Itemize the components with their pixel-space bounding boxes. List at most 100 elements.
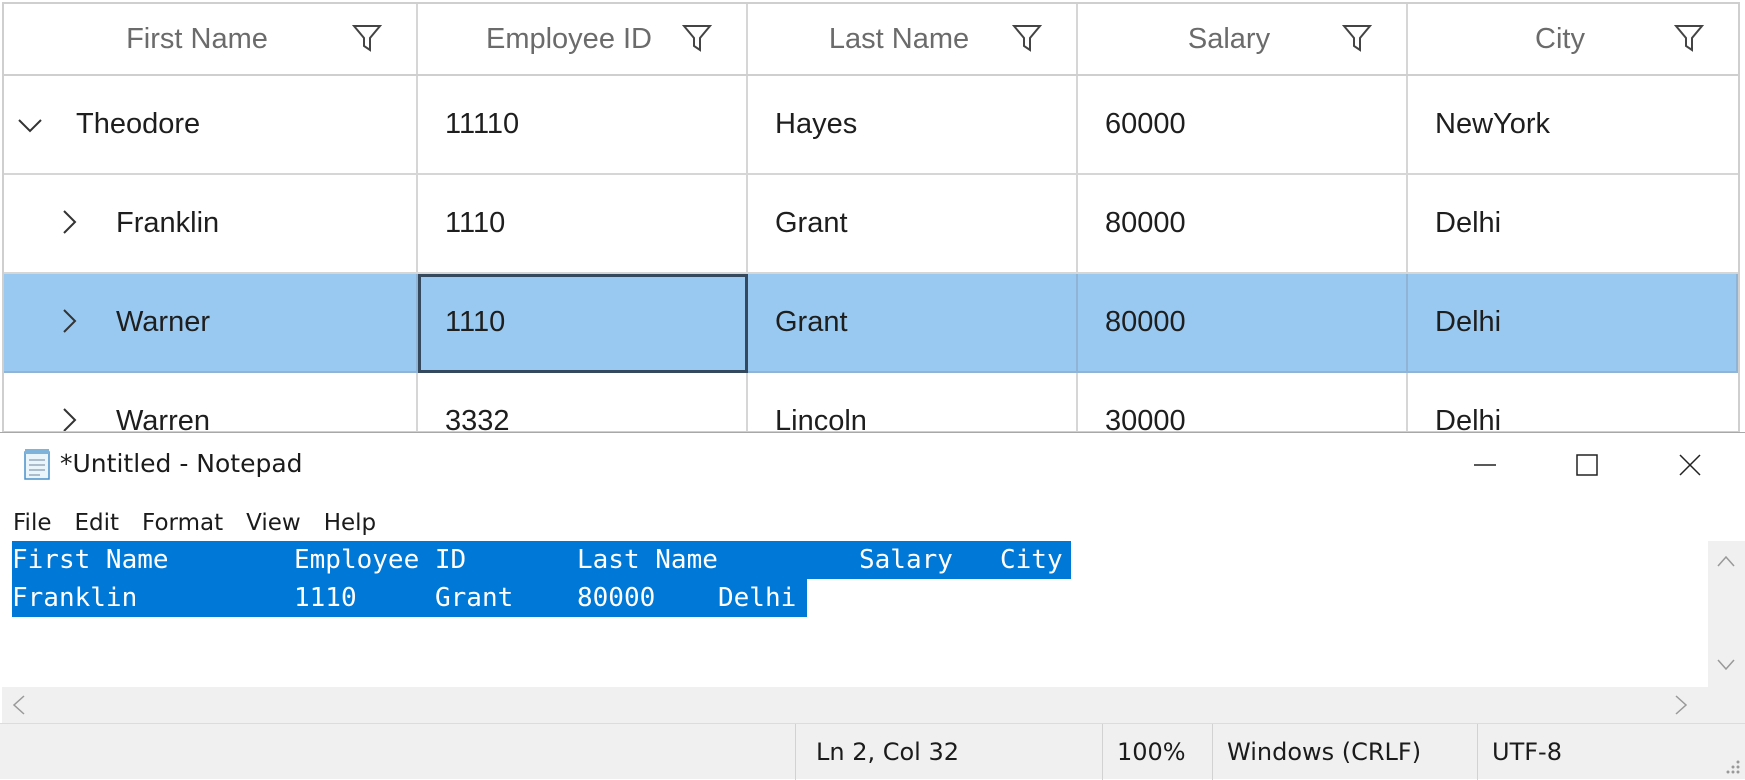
resize-grip-icon[interactable] [1723, 757, 1741, 775]
cell-salary[interactable]: 60000 [1078, 76, 1408, 173]
filter-icon[interactable] [352, 24, 382, 52]
grid-header: First Name Employee ID Last Name Salary … [4, 4, 1738, 76]
column-header-employee-id[interactable]: Employee ID [418, 4, 748, 74]
cell-first-name[interactable]: Theodore [4, 76, 418, 173]
status-encoding: UTF-8 [1477, 724, 1745, 780]
editor-line-2: Franklin 1110 Grant 80000 Delhi [12, 579, 796, 617]
cell-text: Hayes [775, 108, 858, 140]
cell-text: Delhi [1435, 306, 1502, 338]
menu-help[interactable]: Help [311, 505, 386, 541]
cell-text: 80000 [1105, 207, 1186, 239]
cell-text: 1110 [445, 207, 506, 239]
cell-text: 3332 [445, 405, 510, 433]
menu-view[interactable]: View [233, 505, 311, 541]
window-title: *Untitled - Notepad [60, 449, 303, 478]
scrollbar-corner [1708, 687, 1745, 723]
cell-city[interactable]: Delhi [1408, 373, 1738, 433]
cell-last-name[interactable]: Grant [748, 175, 1078, 272]
cell-first-name[interactable]: Warner [4, 274, 418, 371]
maximize-icon [1576, 454, 1598, 476]
menu-file[interactable]: File [0, 505, 62, 541]
table-row[interactable]: Theodore 11110 Hayes 60000 NewYork [4, 76, 1738, 175]
column-header-salary[interactable]: Salary [1078, 4, 1408, 74]
cell-city[interactable]: NewYork [1408, 76, 1738, 173]
filter-icon[interactable] [1674, 24, 1704, 52]
horizontal-scrollbar[interactable] [2, 687, 1708, 723]
text-token: Last Name [577, 545, 718, 575]
maximize-button[interactable] [1537, 433, 1637, 497]
cell-city[interactable]: Delhi [1408, 274, 1738, 371]
notepad-icon [24, 449, 50, 480]
cell-first-name[interactable]: Franklin [4, 175, 418, 272]
menu-edit[interactable]: Edit [62, 505, 130, 541]
vertical-scrollbar[interactable] [1708, 541, 1745, 687]
minimize-icon [1474, 464, 1496, 466]
cell-employee-id[interactable]: 3332 [418, 373, 748, 433]
filter-icon[interactable] [682, 24, 712, 52]
cell-last-name[interactable]: Hayes [748, 76, 1078, 173]
cell-text: Theodore [76, 108, 201, 140]
text-token: 80000 [577, 583, 656, 613]
text-token: Salary [859, 545, 953, 575]
cell-text: Delhi [1435, 405, 1502, 433]
text-token: Delhi [718, 583, 797, 613]
scroll-down-icon[interactable] [1717, 659, 1735, 671]
scroll-right-icon[interactable] [1674, 695, 1688, 715]
current-cell-border [418, 274, 748, 373]
text-token: Grant [435, 583, 514, 613]
table-row-selected[interactable]: Warner 1110 Grant 80000 Delhi [4, 274, 1738, 373]
menu-bar: File Edit Format View Help [0, 505, 386, 541]
cell-employee-id[interactable]: 1110 [418, 175, 748, 272]
cell-text: Delhi [1435, 207, 1502, 239]
menu-format[interactable]: Format [129, 505, 233, 541]
close-button[interactable] [1640, 433, 1740, 497]
status-zoom: 100% [1102, 724, 1212, 780]
chevron-down-icon[interactable] [18, 114, 42, 138]
chevron-right-icon[interactable] [58, 210, 82, 234]
cell-text: Warren [116, 405, 210, 433]
status-cursor-position: Ln 2, Col 32 [795, 724, 1102, 780]
cell-last-name[interactable]: Lincoln [748, 373, 1078, 433]
cell-text: 80000 [1105, 306, 1186, 338]
text-token: City [1000, 545, 1063, 575]
chevron-right-icon[interactable] [58, 408, 82, 432]
cell-salary[interactable]: 80000 [1078, 175, 1408, 272]
column-header-label: Salary [1187, 22, 1271, 55]
cell-salary[interactable]: 30000 [1078, 373, 1408, 431]
cell-city[interactable]: Delhi [1408, 175, 1738, 272]
column-header-first-name[interactable]: First Name [4, 4, 418, 74]
table-row[interactable]: Warren 3332 Lincoln 30000 Delhi [4, 373, 1738, 433]
text-token: Franklin [12, 583, 138, 613]
tree-grid: First Name Employee ID Last Name Salary … [2, 2, 1740, 433]
column-header-label: Last Name [828, 22, 970, 55]
cell-text: Grant [775, 207, 848, 239]
filter-icon[interactable] [1342, 24, 1372, 52]
minimize-button[interactable] [1435, 433, 1535, 497]
scroll-left-icon[interactable] [12, 695, 26, 715]
scroll-up-icon[interactable] [1717, 555, 1735, 567]
cell-text: Grant [775, 306, 848, 338]
status-bar: Ln 2, Col 32 100% Windows (CRLF) UTF-8 [0, 723, 1745, 780]
cell-first-name[interactable]: Warren [4, 373, 418, 433]
title-bar[interactable]: *Untitled - Notepad [0, 433, 1745, 497]
cell-text: 60000 [1105, 108, 1186, 140]
text-token: Employee ID [294, 545, 467, 575]
cell-text: Lincoln [775, 405, 867, 433]
notepad-window: *Untitled - Notepad File Edit Format Vie… [0, 432, 1745, 780]
filter-icon[interactable] [1012, 24, 1042, 52]
cell-salary[interactable]: 80000 [1078, 274, 1408, 371]
close-icon [1679, 454, 1701, 476]
text-editor[interactable]: First Name Employee ID Last Name Salary … [2, 541, 1708, 687]
editor-line-1: First Name Employee ID Last Name Salary … [12, 541, 1063, 579]
column-header-city[interactable]: City [1408, 4, 1738, 74]
cell-text: NewYork [1435, 108, 1550, 140]
cell-employee-id[interactable]: 11110 [418, 76, 748, 173]
text-token: First Name [12, 545, 169, 575]
column-header-label: First Name [126, 22, 268, 55]
chevron-right-icon[interactable] [58, 309, 82, 333]
table-row[interactable]: Franklin 1110 Grant 80000 Delhi [4, 175, 1738, 274]
cell-last-name[interactable]: Grant [748, 274, 1078, 371]
cell-text: 11110 [445, 108, 520, 140]
column-header-last-name[interactable]: Last Name [748, 4, 1078, 74]
cell-text: Franklin [116, 207, 220, 239]
